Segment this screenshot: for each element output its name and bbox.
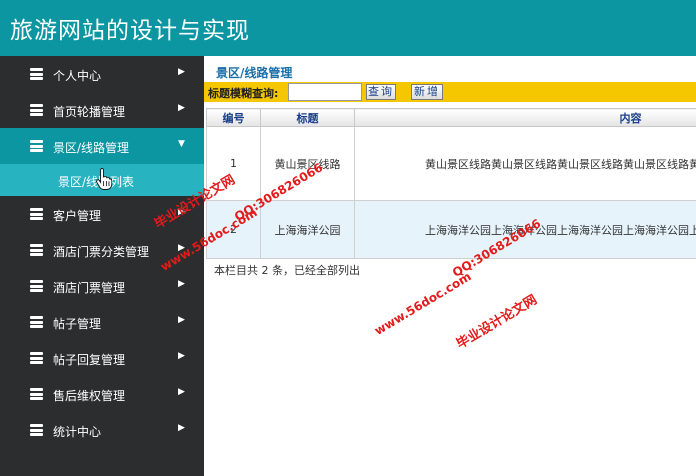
sidebar-item-carousel[interactable]: 首页轮播管理 ▶ (0, 92, 204, 128)
main-content: 景区/线路管理 标题模糊查询: 查询 新增 编号 标题 内容 1 黄山景区线路 … (204, 56, 696, 476)
menu-icon (30, 316, 43, 328)
cell-title: 上海海洋公园 (260, 200, 355, 259)
menu-icon (30, 388, 43, 400)
sidebar-item-label: 个人中心 (53, 69, 102, 83)
hand-cursor-icon (96, 168, 112, 190)
search-toolbar: 标题模糊查询: 查询 新增 (204, 82, 696, 102)
menu-icon (30, 104, 43, 116)
sidebar-item-post-replies[interactable]: 帖子回复管理 ▶ (0, 340, 204, 376)
chevron-right-icon: ▶ (178, 243, 185, 253)
sidebar-item-posts[interactable]: 帖子管理 ▶ (0, 304, 204, 340)
add-button[interactable]: 新增 (411, 84, 443, 100)
menu-icon (30, 140, 43, 152)
chevron-right-icon: ▶ (178, 207, 185, 217)
menu-icon (30, 208, 43, 220)
sidebar-item-ticket[interactable]: 酒店门票管理 ▶ (0, 268, 204, 304)
sidebar-item-label: 售后维权管理 (53, 389, 126, 403)
record-count-text: 本栏目共 2 条，已经全部列出 (214, 264, 360, 277)
sidebar-item-scenic-route[interactable]: 景区/线路管理 ▼ (0, 128, 204, 164)
sidebar-item-label: 帖子回复管理 (53, 353, 126, 367)
chevron-right-icon: ▶ (178, 67, 185, 77)
sidebar-item-ticket-category[interactable]: 酒店门票分类管理 ▶ (0, 232, 204, 268)
app-header: 旅游网站的设计与实现 (0, 0, 696, 56)
cell-content: 黄山景区线路黄山景区线路黄山景区线路黄山景区线路黄山景区线路 (354, 126, 696, 201)
query-button[interactable]: 查询 (366, 84, 396, 100)
menu-icon (30, 352, 43, 364)
chevron-right-icon: ▶ (178, 423, 185, 433)
menu-icon (30, 244, 43, 256)
table-header-row: 编号 标题 内容 (206, 108, 696, 127)
data-table-container: 编号 标题 内容 1 黄山景区线路 黄山景区线路黄山景区线路黄山景区线路黄山景区… (206, 108, 696, 260)
chevron-right-icon: ▶ (178, 387, 185, 397)
sidebar-item-after-sales[interactable]: 售后维权管理 ▶ (0, 376, 204, 412)
chevron-down-icon: ▼ (178, 139, 185, 149)
column-header-id[interactable]: 编号 (206, 108, 261, 127)
sidebar-item-label: 统计中心 (53, 425, 102, 439)
search-input[interactable] (288, 83, 362, 101)
cell-title: 黄山景区线路 (260, 126, 355, 201)
sidebar-item-customer[interactable]: 客户管理 ▶ (0, 196, 204, 232)
table-row[interactable]: 2 上海海洋公园 上海海洋公园上海海洋公园上海海洋公园上海海洋公园上海海洋公园 (206, 200, 696, 259)
sidebar-item-label: 首页轮播管理 (53, 105, 126, 119)
cell-content: 上海海洋公园上海海洋公园上海海洋公园上海海洋公园上海海洋公园 (354, 200, 696, 259)
menu-icon (30, 424, 43, 436)
page-title: 景区/线路管理 (216, 66, 293, 80)
sidebar-item-statistics[interactable]: 统计中心 ▶ (0, 412, 204, 448)
sidebar-item-label: 酒店门票管理 (53, 281, 126, 295)
sidebar-item-label: 景区/线路管理 (53, 141, 130, 155)
column-header-content[interactable]: 内容 (354, 108, 696, 127)
table-row[interactable]: 1 黄山景区线路 黄山景区线路黄山景区线路黄山景区线路黄山景区线路黄山景区线路 (206, 126, 696, 201)
data-table: 编号 标题 内容 1 黄山景区线路 黄山景区线路黄山景区线路黄山景区线路黄山景区… (206, 108, 696, 259)
chevron-right-icon: ▶ (178, 351, 185, 361)
menu-icon (30, 280, 43, 292)
sidebar: 个人中心 ▶ 首页轮播管理 ▶ 景区/线路管理 ▼ 景区/线路列表 客户管理 ▶… (0, 56, 204, 476)
sidebar-item-personal-center[interactable]: 个人中心 ▶ (0, 56, 204, 92)
chevron-right-icon: ▶ (178, 103, 185, 113)
cell-id: 1 (206, 126, 261, 201)
menu-icon (30, 68, 43, 80)
sidebar-item-label: 客户管理 (53, 209, 102, 223)
chevron-right-icon: ▶ (178, 279, 185, 289)
column-header-title[interactable]: 标题 (260, 108, 355, 127)
app-title: 旅游网站的设计与实现 (10, 18, 250, 44)
sidebar-item-label: 帖子管理 (53, 317, 102, 331)
chevron-right-icon: ▶ (178, 315, 185, 325)
sidebar-item-label: 酒店门票分类管理 (53, 245, 150, 259)
search-label: 标题模糊查询: (208, 87, 279, 100)
cell-id: 2 (206, 200, 261, 259)
